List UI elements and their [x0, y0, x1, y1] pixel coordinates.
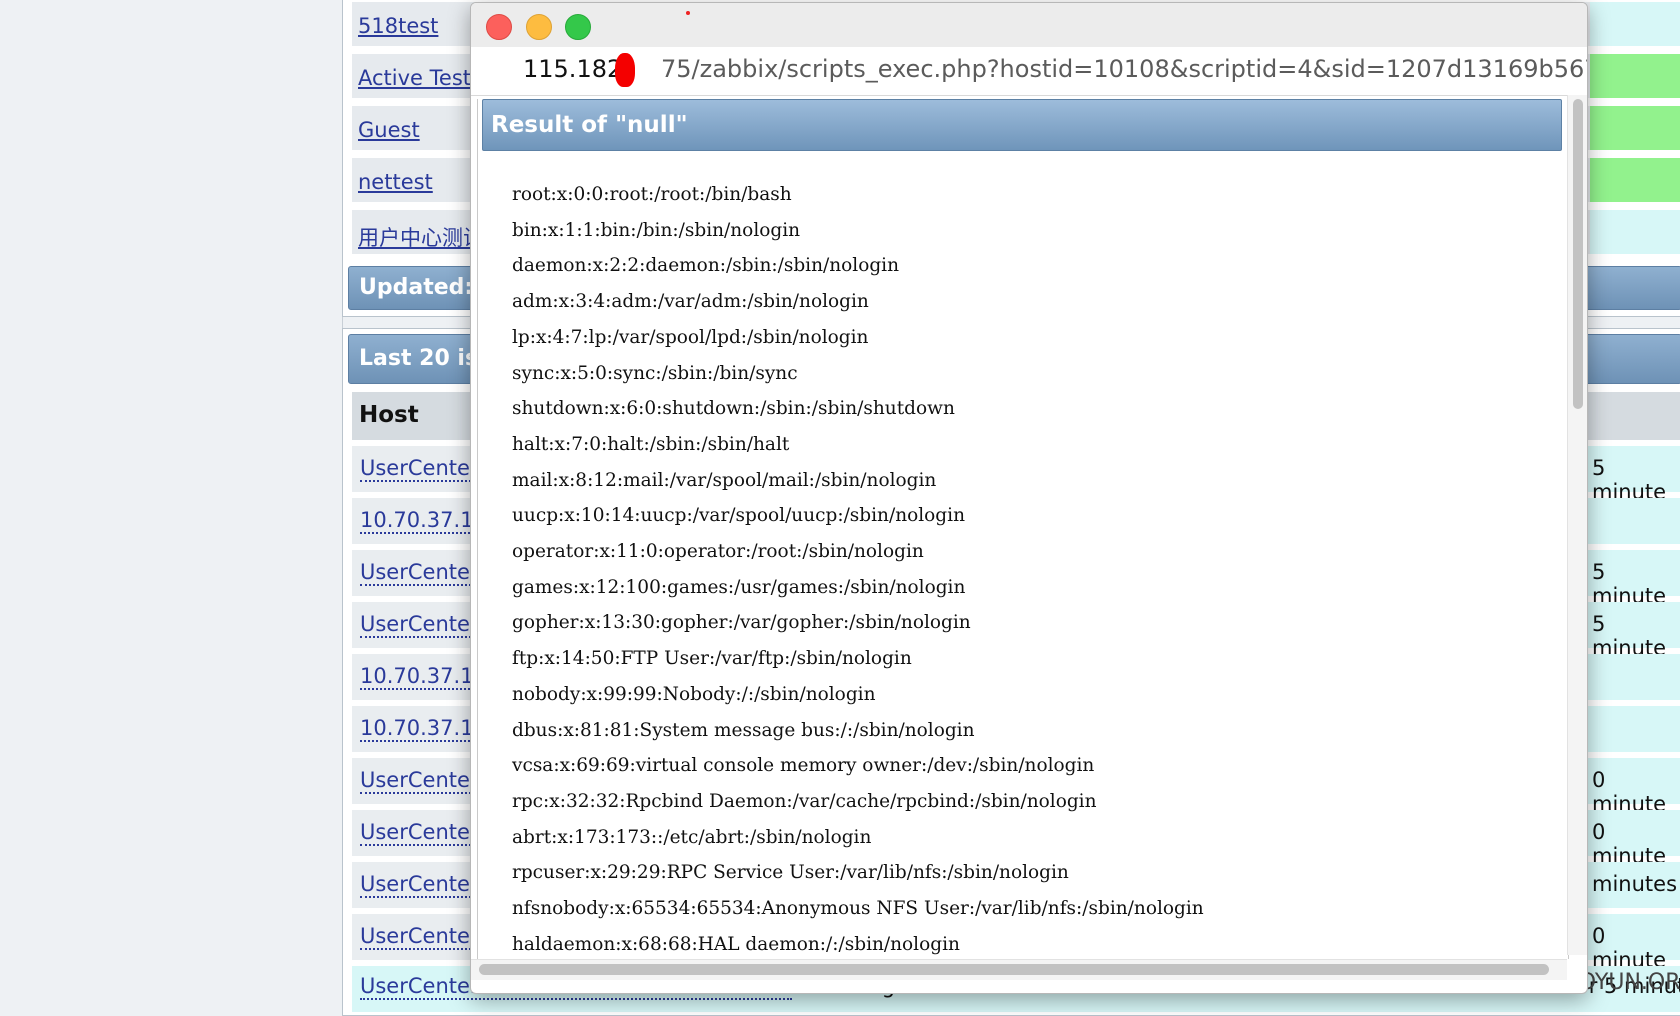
- vertical-scrollbar[interactable]: [1567, 95, 1587, 955]
- output-line: ftp:x:14:50:FTP User:/var/ftp:/sbin/nolo…: [512, 648, 912, 670]
- issue-host-link[interactable]: 10.70.37.1: [360, 716, 474, 742]
- host-header-label: Host: [359, 402, 419, 428]
- output-line: uucp:x:10:14:uucp:/var/spool/uucp:/sbin/…: [512, 505, 965, 527]
- issue-age: 5 minute: [1592, 456, 1667, 504]
- issue-host-link[interactable]: 10.70.37.1: [360, 664, 474, 690]
- address-bar[interactable]: 115.182. 75/zabbix/scripts_exec.php?host…: [471, 47, 1587, 96]
- status-cell: [1590, 210, 1680, 254]
- issue-host-link[interactable]: UserCenter: [360, 872, 479, 898]
- output-line: halt:x:7:0:halt:/sbin:/sbin/halt: [512, 433, 790, 455]
- output-line: rpcuser:x:29:29:RPC Service User:/var/li…: [512, 862, 1069, 884]
- user-link[interactable]: Active Test: [358, 66, 471, 90]
- output-line: lp:x:4:7:lp:/var/spool/lpd:/sbin/nologin: [512, 326, 869, 348]
- output-line: nfsnobody:x:65534:65534:Anonymous NFS Us…: [512, 898, 1204, 920]
- issue-age: 5 minute: [1592, 612, 1667, 660]
- age-cell: [1588, 654, 1680, 700]
- url-path: 75/zabbix/scripts_exec.php?hostid=10108&…: [661, 55, 1588, 83]
- output-line: root:x:0:0:root:/root:/bin/bash: [512, 184, 792, 205]
- status-cell: [1590, 54, 1680, 98]
- script-output: root:x:0:0:root:/root:/bin/bash bin:x:1:…: [512, 177, 1204, 962]
- output-line: abrt:x:173:173::/etc/abrt:/sbin/nologin: [512, 826, 872, 848]
- status-cell: [1590, 158, 1680, 202]
- output-line: sync:x:5:0:sync:/sbin:/bin/sync: [512, 362, 798, 384]
- issue-age: 0 minute: [1592, 924, 1667, 972]
- output-line: dbus:x:81:81:System message bus:/:/sbin/…: [512, 719, 975, 741]
- issue-age: minutes: [1592, 872, 1678, 896]
- issue-age: 0 minute: [1592, 768, 1667, 816]
- url-host: 115.182.: [523, 55, 630, 83]
- window-titlebar[interactable]: [471, 3, 1587, 48]
- issue-host-link[interactable]: UserCenter: [360, 924, 479, 950]
- user-link[interactable]: Guest: [358, 118, 420, 142]
- output-line: operator:x:11:0:operator:/root:/sbin/nol…: [512, 541, 924, 563]
- left-gutter: [0, 0, 343, 1014]
- output-line: daemon:x:2:2:daemon:/sbin:/sbin/nologin: [512, 255, 900, 277]
- issue-host-link[interactable]: UserCenter: [360, 768, 479, 794]
- red-dot-mark: [686, 11, 690, 15]
- result-content: Result of "null" root:x:0:0:root:/root:/…: [477, 99, 1569, 959]
- output-line: nobody:x:99:99:Nobody:/:/sbin/nologin: [512, 683, 876, 705]
- issue-host-link[interactable]: UserCenter: [360, 612, 479, 638]
- output-line: adm:x:3:4:adm:/var/adm:/sbin/nologin: [512, 291, 869, 313]
- user-link[interactable]: 518test: [358, 14, 438, 38]
- output-line: games:x:12:100:games:/usr/games:/sbin/no…: [512, 576, 966, 598]
- horizontal-scrollbar[interactable]: [471, 959, 1567, 980]
- user-link[interactable]: nettest: [358, 170, 433, 194]
- vertical-scroll-thumb[interactable]: [1573, 99, 1583, 409]
- output-line: gopher:x:13:30:gopher:/var/gopher:/sbin/…: [512, 612, 971, 634]
- status-cell: [1590, 2, 1680, 46]
- horizontal-scroll-thumb[interactable]: [479, 964, 1549, 975]
- issues-title: Last 20 is: [359, 346, 479, 371]
- issue-host-link[interactable]: UserCenter: [360, 456, 479, 482]
- output-line: haldaemon:x:68:68:HAL daemon:/:/sbin/nol…: [512, 933, 960, 955]
- zoom-window-button[interactable]: [565, 14, 591, 40]
- output-line: rpc:x:32:32:Rpcbind Daemon:/var/cache/rp…: [512, 790, 1097, 812]
- issue-host-link[interactable]: 10.70.37.1: [360, 508, 474, 534]
- user-link[interactable]: 用户中心测试: [358, 222, 484, 252]
- output-line: vcsa:x:69:69:virtual console memory owne…: [512, 755, 1095, 777]
- age-cell: [1588, 498, 1680, 544]
- issue-host-link[interactable]: UserCenter: [360, 820, 479, 846]
- issue-age: 5 minute: [1592, 560, 1667, 608]
- script-result-window: 115.182. 75/zabbix/scripts_exec.php?host…: [470, 2, 1588, 994]
- result-header: Result of "null": [482, 99, 1562, 151]
- output-line: mail:x:8:12:mail:/var/spool/mail:/sbin/n…: [512, 469, 937, 491]
- output-line: bin:x:1:1:bin:/bin:/sbin/nologin: [512, 219, 801, 241]
- status-cell: [1590, 106, 1680, 150]
- issue-age: 0 minute: [1592, 820, 1667, 868]
- result-title: Result of "null": [491, 112, 688, 138]
- issue-host-link[interactable]: UserCenter: [360, 560, 479, 586]
- redaction-mark: [615, 53, 635, 87]
- close-window-button[interactable]: [486, 14, 512, 40]
- age-cell: [1588, 706, 1680, 752]
- minimize-window-button[interactable]: [526, 14, 552, 40]
- output-line: shutdown:x:6:0:shutdown:/sbin:/sbin/shut…: [512, 398, 955, 420]
